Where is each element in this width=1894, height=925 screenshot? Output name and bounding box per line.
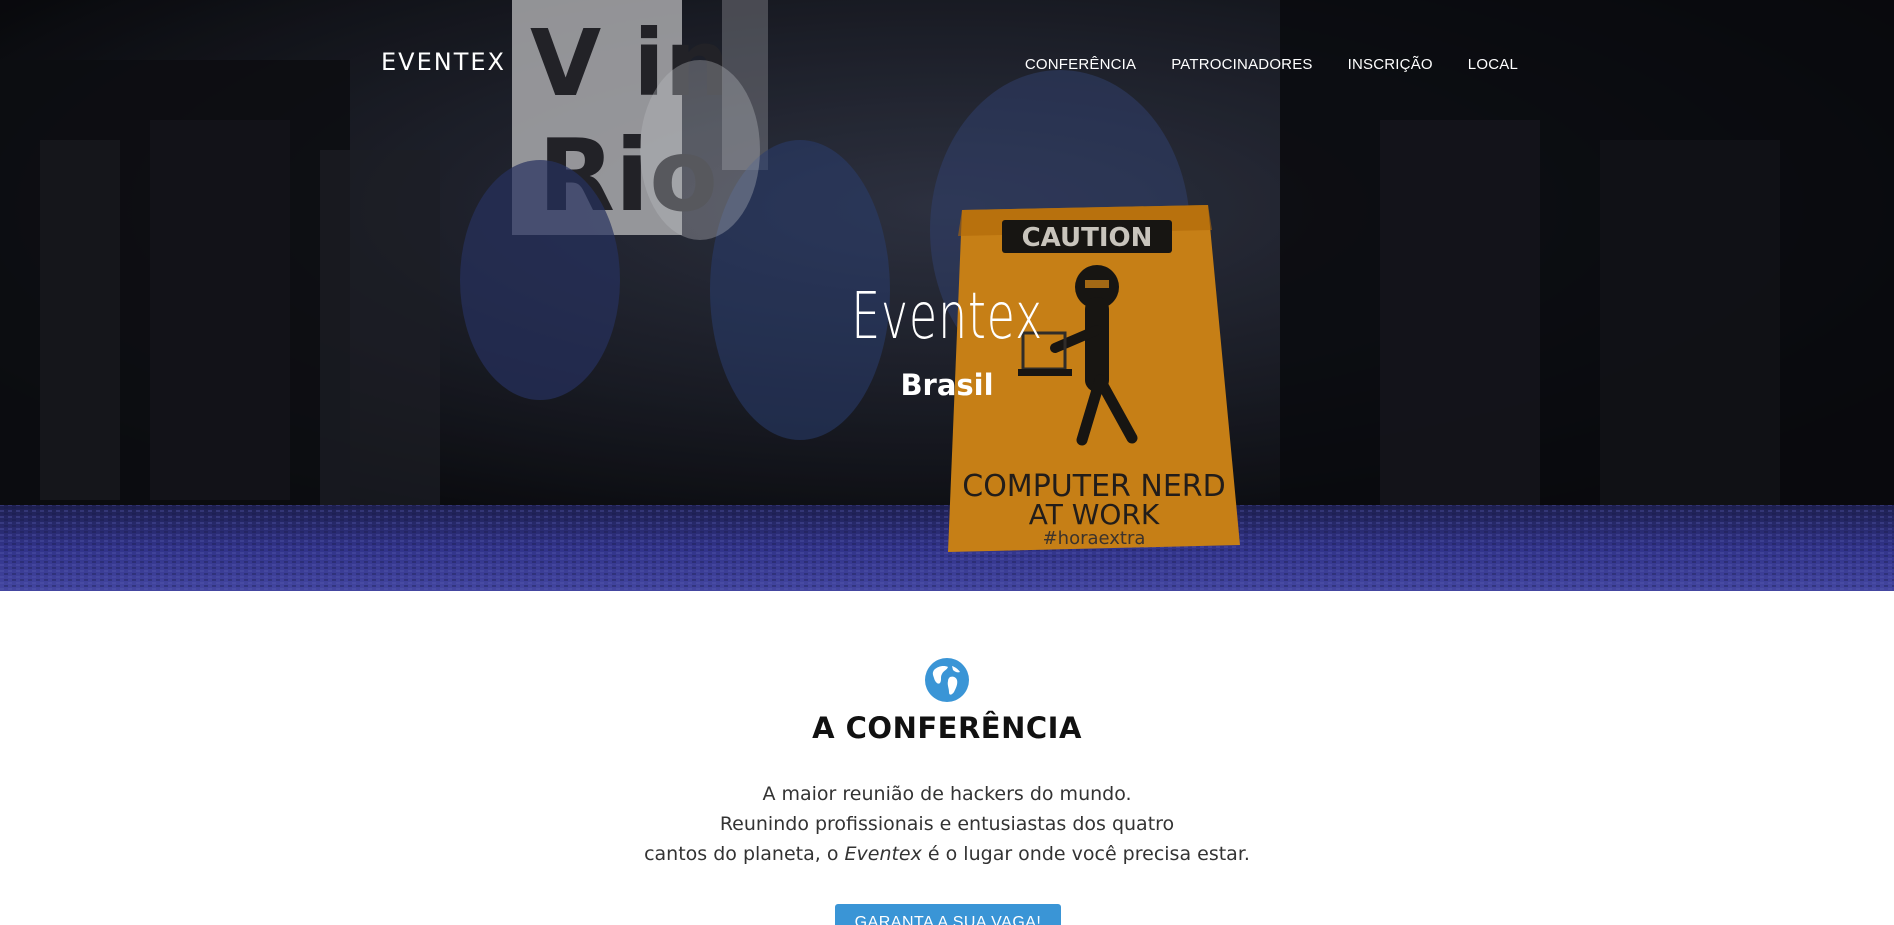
- nav-item-local[interactable]: LOCAL: [1468, 56, 1518, 73]
- nav-item-patrocinadores[interactable]: PATROCINADORES: [1171, 56, 1312, 73]
- brand-logo[interactable]: EVENTEX: [381, 48, 506, 76]
- nav-item-conferencia[interactable]: CONFERÊNCIA: [1025, 56, 1136, 73]
- conference-description: A maior reunião de hackers do mundo. Reu…: [0, 779, 1894, 869]
- description-line-2: Reunindo profissionais e entusiastas dos…: [719, 813, 1175, 835]
- description-line-3-end: é o lugar onde você precisa estar.: [921, 843, 1250, 865]
- conference-section: A CONFERÊNCIA A maior reunião de hackers…: [0, 591, 1894, 925]
- nav-item-inscricao[interactable]: INSCRIÇÃO: [1348, 56, 1433, 73]
- description-line-1: A maior reunião de hackers do mundo.: [762, 783, 1132, 805]
- hero-section: V in Rio CAUTION COMPUTER NERD AT WORK #…: [0, 0, 1894, 591]
- eventex-emphasis: Eventex: [844, 843, 922, 865]
- section-title: A CONFERÊNCIA: [812, 711, 1082, 745]
- description-line-3: cantos do planeta, o Eventex é o lugar o…: [0, 839, 1894, 869]
- hero-title: Eventex: [851, 280, 1043, 354]
- main-nav: CONFERÊNCIA PATROCINADORES INSCRIÇÃO LOC…: [1025, 56, 1518, 73]
- hero-subtitle: Brasil: [900, 368, 994, 402]
- description-line-3-start: cantos do planeta, o: [644, 843, 845, 865]
- register-cta-button[interactable]: GARANTA A SUA VAGA!: [835, 904, 1061, 925]
- globe-icon: [925, 658, 969, 702]
